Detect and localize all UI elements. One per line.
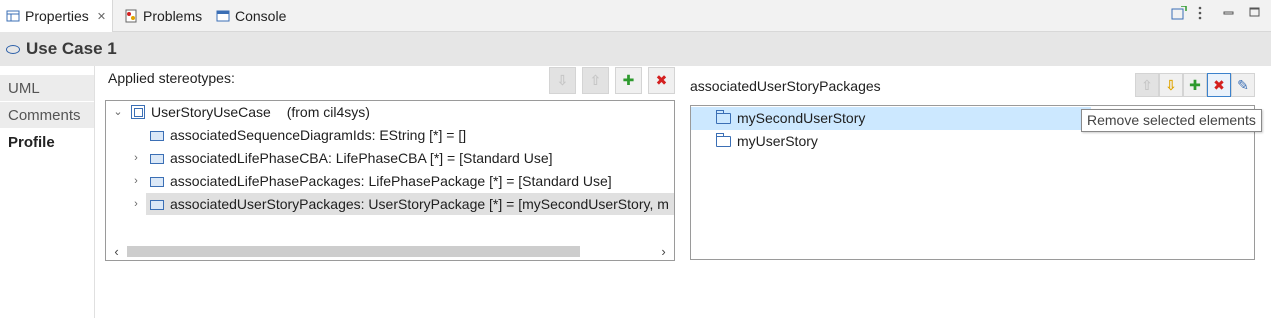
- property-content-selected: associatedUserStoryPackages: UserStoryPa…: [146, 193, 674, 215]
- page-title: Use Case 1: [26, 39, 117, 58]
- property-label: associatedSequenceDiagramIds: EString [*…: [170, 127, 467, 143]
- list-item-selected[interactable]: mySecondUserStory: [691, 107, 1091, 130]
- list-item-label: myUserStory: [737, 133, 818, 149]
- list-item[interactable]: myUserStory: [691, 130, 1091, 153]
- delete-icon: ✖: [655, 72, 668, 88]
- close-icon[interactable]: ✕: [97, 10, 106, 23]
- unapply-stereotype-button[interactable]: ✖: [648, 67, 675, 94]
- move-up-button[interactable]: ⇧: [1135, 73, 1159, 97]
- move-down-button[interactable]: ⇩: [1159, 73, 1183, 97]
- list-item-content: mySecondUserStory: [691, 110, 865, 126]
- pin-view-icon[interactable]: [1171, 5, 1187, 20]
- property-content: associatedLifePhasePackages: LifePhasePa…: [150, 170, 612, 192]
- maximize-icon[interactable]: [1249, 6, 1263, 20]
- folder-icon: [716, 110, 731, 124]
- tab-label: Console: [235, 8, 287, 24]
- property-icon: [150, 200, 164, 210]
- packages-toolbar: ⇧ ⇩ ✚ ✖ ✎: [1135, 73, 1255, 97]
- tree-row-property[interactable]: associatedSequenceDiagramIds: EString [*…: [106, 124, 674, 146]
- applied-stereotypes-label: Applied stereotypes:: [108, 70, 235, 86]
- stereotype-tree[interactable]: ⌄ UserStoryUseCase (from cil4sys) associ…: [105, 100, 675, 261]
- chevron-right-icon[interactable]: ›: [131, 147, 141, 169]
- plus-icon: ✚: [1189, 76, 1201, 93]
- view-menu-icon[interactable]: [1197, 6, 1211, 20]
- apply-stereotype-button[interactable]: ✚: [615, 67, 642, 94]
- view-toolbar: [1171, 5, 1263, 20]
- tab-label: Problems: [143, 8, 203, 24]
- properties-icon: [6, 9, 20, 23]
- stereotype-source: (from cil4sys): [286, 104, 370, 120]
- tab-console[interactable]: Console: [210, 0, 292, 32]
- delete-icon: ✖: [1213, 76, 1225, 93]
- chevron-right-icon[interactable]: ›: [131, 193, 141, 215]
- list-item-label: mySecondUserStory: [737, 110, 866, 126]
- property-content: associatedLifePhaseCBA: LifePhaseCBA [*]…: [150, 147, 553, 169]
- arrow-up-icon: ⇧: [589, 72, 602, 88]
- property-icon: [150, 154, 164, 164]
- use-case-icon: [6, 44, 20, 54]
- edit-element-button[interactable]: ✎: [1231, 73, 1255, 97]
- horizontal-scrollbar[interactable]: ‹ ›: [106, 243, 674, 260]
- plus-icon: ✚: [622, 72, 635, 88]
- move-down-button[interactable]: ⇩: [549, 67, 576, 94]
- tree-row-property[interactable]: › associatedUserStoryPackages: UserStory…: [106, 193, 674, 215]
- arrow-down-icon: ⇩: [1165, 76, 1177, 93]
- arrow-down-icon: ⇩: [556, 72, 569, 88]
- associated-packages-label: associatedUserStoryPackages: [690, 78, 881, 94]
- arrow-up-icon: ⇧: [1141, 76, 1153, 93]
- properties-side-tabs: UML Comments Profile: [0, 66, 95, 318]
- folder-icon: [716, 133, 731, 147]
- tree-row-property[interactable]: › associatedLifePhasePackages: LifePhase…: [106, 170, 674, 192]
- stereotype-icon: [131, 105, 145, 119]
- property-icon: [150, 131, 164, 141]
- tree-row-property[interactable]: › associatedLifePhaseCBA: LifePhaseCBA […: [106, 147, 674, 169]
- tab-properties[interactable]: Properties ✕: [0, 0, 114, 32]
- scroll-left-icon[interactable]: ‹: [108, 243, 125, 260]
- list-item-content: myUserStory: [691, 133, 818, 149]
- scroll-right-icon[interactable]: ›: [655, 243, 672, 260]
- tooltip: Remove selected elements: [1081, 109, 1262, 132]
- root-content: UserStoryUseCase (from cil4sys): [131, 101, 370, 123]
- sidebar-item-comments[interactable]: Comments: [0, 102, 94, 129]
- property-content: associatedSequenceDiagramIds: EString [*…: [150, 124, 466, 146]
- chevron-right-icon[interactable]: ›: [131, 170, 141, 192]
- property-icon: [150, 177, 164, 187]
- properties-title-bar: Use Case 1: [0, 32, 1271, 66]
- minimize-icon[interactable]: [1223, 6, 1237, 20]
- property-label: associatedLifePhaseCBA: LifePhaseCBA [*]…: [170, 150, 553, 166]
- add-element-button[interactable]: ✚: [1183, 73, 1207, 97]
- tab-problems[interactable]: Problems: [118, 0, 208, 32]
- tree-row-root[interactable]: ⌄ UserStoryUseCase (from cil4sys): [106, 101, 674, 123]
- chevron-down-icon[interactable]: ⌄: [113, 101, 123, 123]
- stereotype-name: UserStoryUseCase: [151, 104, 271, 120]
- console-icon: [216, 9, 230, 23]
- sidebar-item-profile[interactable]: Profile: [0, 129, 94, 156]
- scrollbar-thumb[interactable]: [127, 246, 580, 257]
- pencil-icon: ✎: [1237, 76, 1249, 93]
- sidebar-item-uml[interactable]: UML: [0, 75, 94, 102]
- view-tab-bar: Properties ✕ Problems Console: [0, 0, 1271, 32]
- remove-element-button[interactable]: ✖: [1207, 73, 1231, 97]
- move-up-button[interactable]: ⇧: [582, 67, 609, 94]
- stereotype-toolbar: ⇩ ⇧ ✚ ✖: [549, 67, 675, 94]
- tab-label: Properties: [25, 8, 89, 24]
- problems-icon: [124, 9, 138, 23]
- property-label: associatedUserStoryPackages: UserStoryPa…: [170, 196, 669, 212]
- property-label: associatedLifePhasePackages: LifePhasePa…: [170, 173, 612, 189]
